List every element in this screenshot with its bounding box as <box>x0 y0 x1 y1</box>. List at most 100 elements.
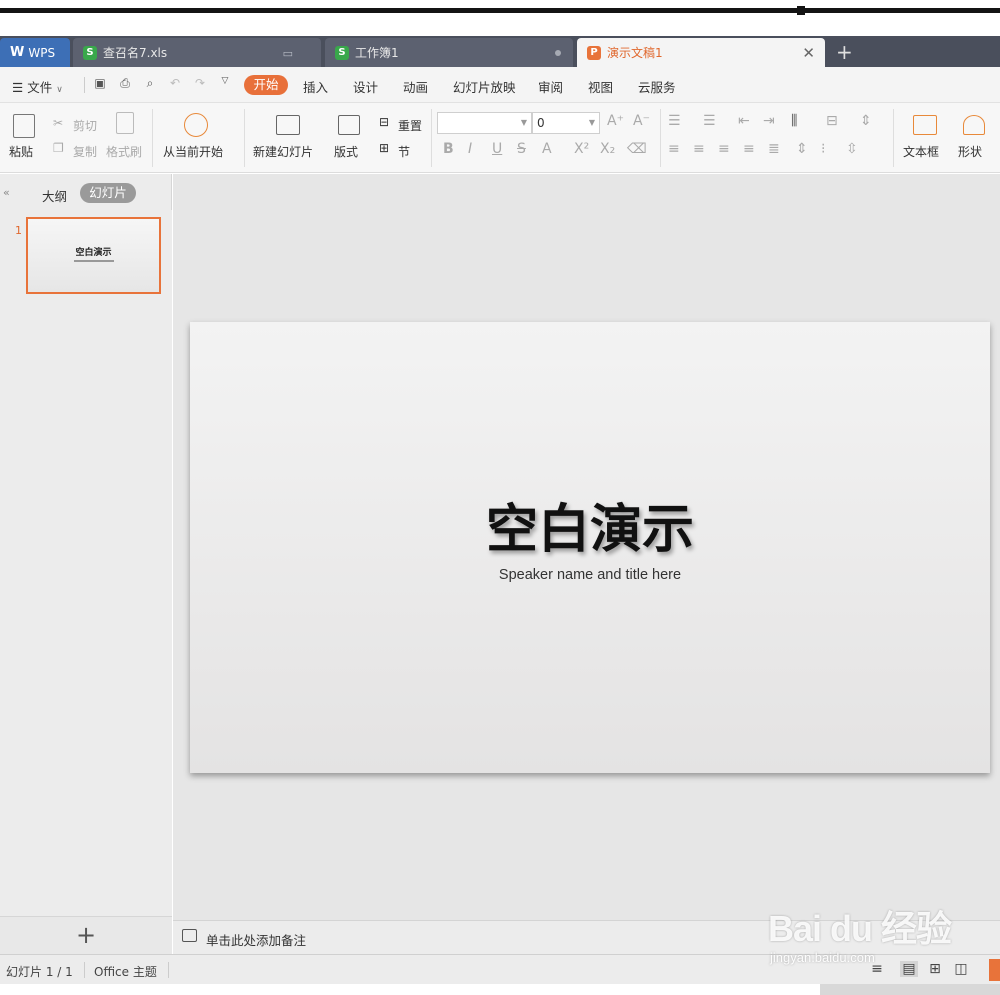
menu-tab-slideshow[interactable]: 幻灯片放映 <box>453 77 516 96</box>
clear-format-icon[interactable]: ⌫ <box>627 141 647 157</box>
section-button[interactable]: 节 <box>398 143 410 160</box>
slide-thumbnail[interactable]: 空白演示 <box>26 217 161 294</box>
menu-tab-review[interactable]: 审阅 <box>538 77 563 96</box>
print-preview-icon[interactable]: ⌕ <box>142 76 158 92</box>
slide-canvas[interactable]: 空白演示 Speaker name and title here <box>190 322 990 773</box>
new-slide-icon <box>276 115 300 135</box>
tab-slides[interactable]: 幻灯片 <box>80 183 136 203</box>
tab-label: 查召名7.xls <box>103 46 168 60</box>
slideshow-button[interactable] <box>989 959 1000 981</box>
format-painter-button[interactable]: 格式刷 <box>106 143 142 160</box>
bullet-list-icon[interactable]: ☰ <box>668 113 681 129</box>
collapse-panel-icon[interactable]: « <box>3 186 10 199</box>
cut-button[interactable]: 剪切 <box>73 117 97 134</box>
menu-tab-cloud[interactable]: 云服务 <box>638 77 676 96</box>
chevron-down-icon: ▼ <box>588 118 595 127</box>
status-divider <box>168 962 169 978</box>
new-tab-button[interactable]: + <box>836 38 853 66</box>
customize-toolbar-icon[interactable]: ▽ <box>217 76 233 92</box>
decrease-indent-icon[interactable]: ⇤ <box>738 113 750 129</box>
thumbnail-subtitle-line <box>74 260 114 262</box>
tab-presentation[interactable]: P 演示文稿1 ✕ <box>577 38 825 67</box>
decrease-font-icon[interactable]: A⁻ <box>633 113 650 129</box>
menu-tab-view[interactable]: 视图 <box>588 77 613 96</box>
align-left-icon[interactable]: ≡ <box>668 141 680 157</box>
paragraph-spacing-icon[interactable]: ⇕ <box>796 141 808 157</box>
line-spacing-menu-icon[interactable]: ⇳ <box>846 141 858 157</box>
underline-icon[interactable]: U <box>492 141 502 157</box>
tab-spreadsheet-2[interactable]: S 工作簿1 <box>325 38 573 67</box>
ribbon-divider <box>244 109 245 167</box>
add-slide-button[interactable]: + <box>0 916 172 954</box>
columns-icon[interactable]: ⁝ <box>821 141 825 157</box>
cut-icon: ✂ <box>53 116 64 130</box>
font-size-select[interactable]: 0 ▼ <box>532 112 600 134</box>
file-menu[interactable]: ☰ 文件 ∨ <box>12 77 63 96</box>
shapes-button[interactable]: 形状 <box>958 143 982 160</box>
tab-spreadsheet-1[interactable]: S 查召名7.xls ▭ <box>73 38 321 67</box>
slide-workspace: 空白演示 Speaker name and title here <box>173 174 1000 920</box>
paste-icon[interactable] <box>13 114 35 138</box>
format-painter-icon <box>116 112 134 134</box>
reset-button[interactable]: 重置 <box>398 117 422 134</box>
bold-icon[interactable]: B <box>443 141 454 157</box>
window-top-border <box>0 0 1000 18</box>
normal-view-icon[interactable]: ▤ <box>900 961 918 977</box>
menu-tab-design[interactable]: 设计 <box>353 77 378 96</box>
slide-sorter-icon[interactable]: ⊞ <box>926 961 944 977</box>
slide-subtitle[interactable]: Speaker name and title here <box>190 567 990 583</box>
unsaved-dot-icon[interactable] <box>555 50 561 56</box>
new-slide-button[interactable]: 新建幻灯片 <box>253 143 313 160</box>
reading-view-icon[interactable]: ◫ <box>952 961 970 977</box>
distribute-icon[interactable]: ≣ <box>768 141 780 157</box>
shapes-icon <box>963 115 985 135</box>
ribbon-divider <box>431 109 432 167</box>
reset-icon: ⊟ <box>379 115 390 129</box>
top-border-line <box>0 8 1000 13</box>
menu-tab-animation[interactable]: 动画 <box>403 77 428 96</box>
align-right-icon[interactable]: ≡ <box>718 141 730 157</box>
subscript-icon[interactable]: X₂ <box>600 141 615 157</box>
slide-title[interactable]: 空白演示 <box>190 487 990 562</box>
justify-icon[interactable]: ≡ <box>743 141 755 157</box>
menu-bar: ☰ 文件 ∨ ▣ ⎙ ⌕ ↶ ↷ ▽ 开始 插入 设计 动画 幻灯片放映 审阅 … <box>0 67 1000 103</box>
copy-button[interactable]: 复制 <box>73 143 97 160</box>
monitor-icon[interactable]: ▭ <box>283 47 293 60</box>
numbered-list-icon[interactable]: ☰ <box>703 113 716 129</box>
ribbon-toolbar: 粘贴 ✂ 剪切 ❐ 复制 格式刷 从当前开始 新建幻灯片 版式 ⊟ 重置 ⊞ 节… <box>0 103 1000 173</box>
menu-tab-home[interactable]: 开始 <box>244 75 288 95</box>
font-family-select[interactable]: ▼ <box>437 112 532 134</box>
strikethrough-icon[interactable]: S <box>517 141 526 157</box>
tab-label: 工作簿1 <box>355 46 399 60</box>
redo-icon[interactable]: ↷ <box>192 76 208 92</box>
increase-indent-icon[interactable]: ⇥ <box>763 113 775 129</box>
line-spacing-icon[interactable]: ⇕ <box>860 113 872 129</box>
paste-button[interactable]: 粘贴 <box>9 143 33 160</box>
status-divider <box>84 962 85 978</box>
superscript-icon[interactable]: X² <box>574 141 589 157</box>
tab-label: WPS <box>28 45 56 60</box>
play-from-current-button[interactable]: 从当前开始 <box>163 143 223 160</box>
font-color-icon[interactable]: A <box>542 141 552 157</box>
menu-tab-insert[interactable]: 插入 <box>303 77 328 96</box>
align-center-icon[interactable]: ≡ <box>693 141 705 157</box>
print-icon[interactable]: ⎙ <box>117 76 133 92</box>
spreadsheet-icon: S <box>83 45 97 60</box>
theme-name[interactable]: Office 主题 <box>94 963 157 980</box>
tab-outline[interactable]: 大纲 <box>42 186 67 205</box>
layout-button[interactable]: 版式 <box>334 143 358 160</box>
italic-icon[interactable]: I <box>468 141 472 157</box>
close-tab-icon[interactable]: ✕ <box>802 44 815 62</box>
ribbon-divider <box>660 109 661 167</box>
increase-font-icon[interactable]: A⁺ <box>607 113 624 129</box>
undo-icon[interactable]: ↶ <box>167 76 183 92</box>
align-text-icon[interactable]: ⊟ <box>826 113 838 129</box>
top-border-notch <box>797 6 805 15</box>
text-direction-icon[interactable]: ⫼ <box>791 113 797 129</box>
textbox-button[interactable]: 文本框 <box>903 143 939 160</box>
font-size-value: 0 <box>537 116 545 130</box>
thumbnail-list <box>0 210 172 916</box>
notes-placeholder[interactable]: 单击此处添加备注 <box>206 930 306 949</box>
tab-wps-home[interactable]: W WPS <box>0 38 70 67</box>
save-icon[interactable]: ▣ <box>92 76 108 92</box>
